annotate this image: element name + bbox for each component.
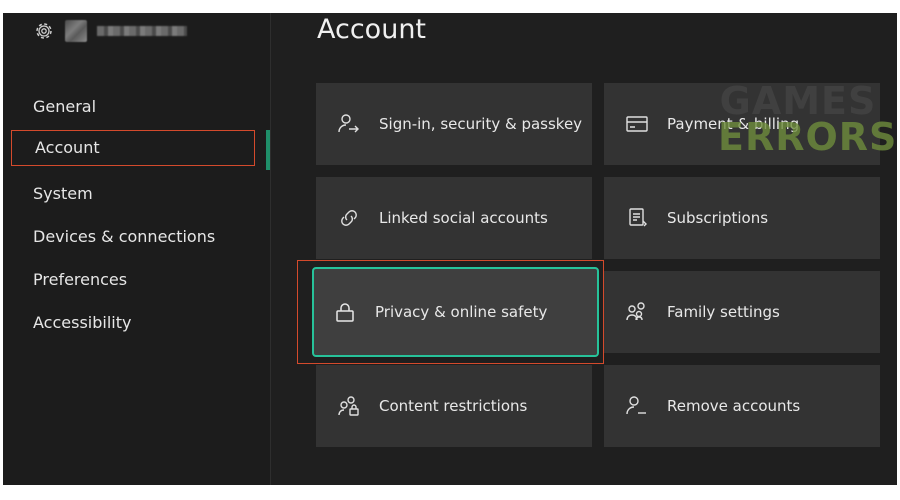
tile-label: Content restrictions <box>379 396 528 415</box>
watermark-line-1: GAMES <box>719 79 877 123</box>
sidebar-item-label: Devices & connections <box>33 227 216 246</box>
tile-linked-social-accounts[interactable]: Linked social accounts <box>316 177 592 259</box>
tile-family-settings[interactable]: Family settings <box>604 271 880 353</box>
tile-label: Subscriptions <box>667 208 769 227</box>
sidebar-item-label: Account <box>35 138 100 157</box>
gamertag-blurred <box>97 26 187 36</box>
sidebar: General Account System Devices & connect… <box>3 13 270 485</box>
link-icon <box>338 207 360 229</box>
tile-content-restrictions[interactable]: Content restrictions <box>316 365 592 447</box>
settings-header <box>33 18 187 44</box>
xbox-settings-window: General Account System Devices & connect… <box>3 13 897 485</box>
tile-sign-in-security[interactable]: Sign-in, security & passkey <box>316 83 592 165</box>
sidebar-item-general[interactable]: General <box>33 97 96 117</box>
restricted-person-icon <box>338 395 360 417</box>
sidebar-item-label: Preferences <box>33 270 128 289</box>
sidebar-item-label: Accessibility <box>33 313 132 332</box>
sidebar-divider <box>270 13 271 485</box>
person-arrow-icon <box>338 113 360 135</box>
avatar[interactable] <box>65 20 87 42</box>
document-icon <box>626 207 648 229</box>
tile-remove-accounts[interactable]: Remove accounts <box>604 365 880 447</box>
highlight-box <box>297 260 604 364</box>
tile-label: Remove accounts <box>667 396 801 415</box>
sidebar-item-account[interactable]: Account <box>11 130 255 166</box>
sidebar-item-accessibility[interactable]: Accessibility <box>33 313 131 333</box>
sidebar-item-devices-connections[interactable]: Devices & connections <box>33 227 215 247</box>
sidebar-item-system[interactable]: System <box>33 184 93 204</box>
page-title: Account <box>317 14 427 45</box>
gear-icon <box>33 20 55 42</box>
sidebar-item-label: General <box>33 97 97 116</box>
tile-label: Sign-in, security & passkey <box>379 114 583 133</box>
family-icon <box>626 301 648 323</box>
remove-person-icon <box>626 395 648 417</box>
tile-label: Linked social accounts <box>379 208 548 227</box>
card-icon <box>626 113 648 135</box>
watermark-line-2: ERRORS <box>718 115 898 159</box>
tile-subscriptions[interactable]: Subscriptions <box>604 177 880 259</box>
sidebar-item-label: System <box>33 184 93 203</box>
watermark-logo: GAMES ERRORS <box>718 79 898 159</box>
sidebar-item-preferences[interactable]: Preferences <box>33 270 127 290</box>
tile-label: Family settings <box>667 302 780 321</box>
